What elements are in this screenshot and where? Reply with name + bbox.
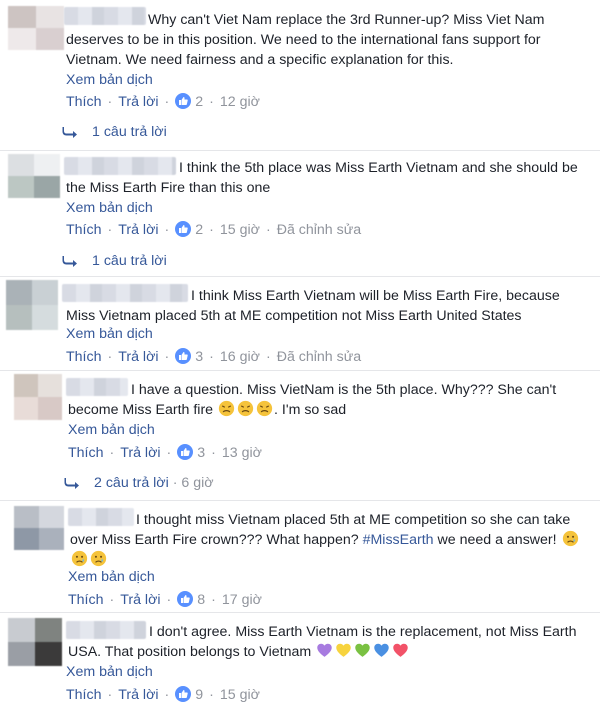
comment-6: I don't agree. Miss Earth Vietnam is the…: [0, 612, 600, 710]
reply-link[interactable]: Trả lời: [120, 445, 160, 461]
reply-arrow-icon: [62, 127, 77, 138]
avatar[interactable]: [8, 6, 64, 50]
comment-text: Why can't Viet Nam replace the 3rd Runne…: [66, 12, 545, 68]
edited-label[interactable]: Đã chỉnh sửa: [277, 349, 361, 365]
thumbs-up-icon[interactable]: [177, 444, 194, 460]
view-replies-link[interactable]: 2 câu trả lời · 6 giờ: [64, 473, 214, 493]
comment-actions: Thích · Trả lời · 9 · 15 giờ: [66, 686, 260, 703]
see-translation-link[interactable]: Xem bản dịch: [66, 72, 153, 88]
comment-text: I think Miss Earth Vietnam will be Miss …: [66, 288, 560, 324]
like-count[interactable]: 9: [195, 687, 203, 703]
reply-link[interactable]: Trả lời: [118, 349, 158, 365]
hearts-row: [315, 643, 410, 660]
thumbs-up-icon[interactable]: [175, 348, 192, 364]
reply-arrow-icon: [62, 256, 77, 267]
comment-text: I have a question. Miss VietNam is the 5…: [68, 382, 557, 418]
replies-count[interactable]: 1 câu trả lời: [92, 124, 167, 140]
reply-link[interactable]: Trả lời: [118, 94, 158, 110]
timestamp[interactable]: 12 giờ: [220, 94, 260, 110]
comment-5: I thought miss Vietnam placed 5th at ME …: [0, 500, 600, 613]
comment-3: I think Miss Earth Vietnam will be Miss …: [0, 276, 600, 371]
blue-heart-icon: [374, 643, 389, 657]
persevering-face-icon: [237, 400, 254, 417]
timestamp[interactable]: 15 giờ: [220, 687, 260, 703]
replies-count[interactable]: 2 câu trả lời: [94, 475, 169, 491]
purple-heart-icon: [317, 643, 332, 657]
reply-link[interactable]: Trả lời: [118, 222, 158, 238]
comment-4: I have a question. Miss VietNam is the 5…: [0, 370, 600, 501]
yellow-heart-icon: [336, 643, 351, 657]
reply-link[interactable]: Trả lời: [118, 687, 158, 703]
like-link[interactable]: Thích: [66, 94, 101, 110]
like-count[interactable]: 3: [195, 349, 203, 365]
like-link[interactable]: Thích: [68, 445, 103, 461]
reply-arrow-icon: [64, 478, 79, 489]
like-count[interactable]: 2: [195, 222, 203, 238]
replies-timestamp[interactable]: 6 giờ: [181, 475, 213, 491]
comment-actions: Thích · Trả lời · 3 · 13 giờ: [68, 444, 262, 461]
thumbs-up-icon[interactable]: [177, 591, 194, 607]
comment-actions: Thích · Trả lời · 8 · 17 giờ: [68, 591, 262, 608]
like-count[interactable]: 3: [197, 445, 205, 461]
comment-text: I thought miss Vietnam placed 5th at ME …: [70, 510, 592, 570]
avatar[interactable]: [14, 374, 62, 420]
avatar[interactable]: [8, 154, 60, 198]
edited-label[interactable]: Đã chỉnh sửa: [277, 222, 361, 238]
avatar[interactable]: [6, 280, 58, 330]
like-link[interactable]: Thích: [68, 592, 103, 608]
reply-link[interactable]: Trả lời: [120, 592, 160, 608]
thumbs-up-icon[interactable]: [175, 686, 192, 702]
comment-text: I don't agree. Miss Earth Vietnam is the…: [68, 624, 577, 660]
see-translation-link[interactable]: Xem bản dịch: [66, 664, 153, 680]
timestamp[interactable]: 16 giờ: [220, 349, 260, 365]
crying-face-icon: [71, 550, 88, 567]
persevering-face-icon: [218, 400, 235, 417]
green-heart-icon: [355, 643, 370, 657]
see-translation-link[interactable]: Xem bản dịch: [66, 326, 153, 342]
view-replies-link[interactable]: 1 câu trả lời: [62, 122, 167, 142]
crying-face-icon: [562, 530, 578, 547]
crying-face-icon: [90, 550, 107, 567]
like-link[interactable]: Thích: [66, 687, 101, 703]
timestamp[interactable]: 17 giờ: [222, 592, 262, 608]
comment-1: Why can't Viet Nam replace the 3rd Runne…: [0, 0, 600, 151]
see-translation-link[interactable]: Xem bản dịch: [68, 422, 155, 438]
thumbs-up-icon[interactable]: [175, 93, 192, 109]
like-count[interactable]: 8: [197, 592, 205, 608]
like-count[interactable]: 2: [195, 94, 203, 110]
like-link[interactable]: Thích: [66, 349, 101, 365]
like-link[interactable]: Thích: [66, 222, 101, 238]
comment-actions: Thích · Trả lời · 2 · 12 giờ: [66, 93, 260, 110]
hashtag-link[interactable]: #MissEarth: [363, 532, 434, 548]
comment-2: I think the 5th place was Miss Earth Vie…: [0, 150, 600, 277]
persevering-face-icon: [256, 400, 273, 417]
comment-actions: Thích · Trả lời · 3 · 16 giờ · Đã chỉnh sửa: [66, 348, 362, 365]
avatar[interactable]: [8, 618, 62, 666]
comment-text: I think the 5th place was Miss Earth Vie…: [66, 160, 578, 196]
see-translation-link[interactable]: Xem bản dịch: [68, 569, 155, 585]
avatar[interactable]: [14, 506, 64, 550]
view-replies-link[interactable]: 1 câu trả lời: [62, 251, 167, 271]
timestamp[interactable]: 13 giờ: [222, 445, 262, 461]
red-heart-icon: [393, 643, 408, 657]
see-translation-link[interactable]: Xem bản dịch: [66, 200, 153, 216]
comment-actions: Thích · Trả lời · 2 · 15 giờ · Đã chỉnh sửa: [66, 221, 362, 238]
thumbs-up-icon[interactable]: [175, 221, 192, 237]
timestamp[interactable]: 15 giờ: [220, 222, 260, 238]
replies-count[interactable]: 1 câu trả lời: [92, 253, 167, 269]
